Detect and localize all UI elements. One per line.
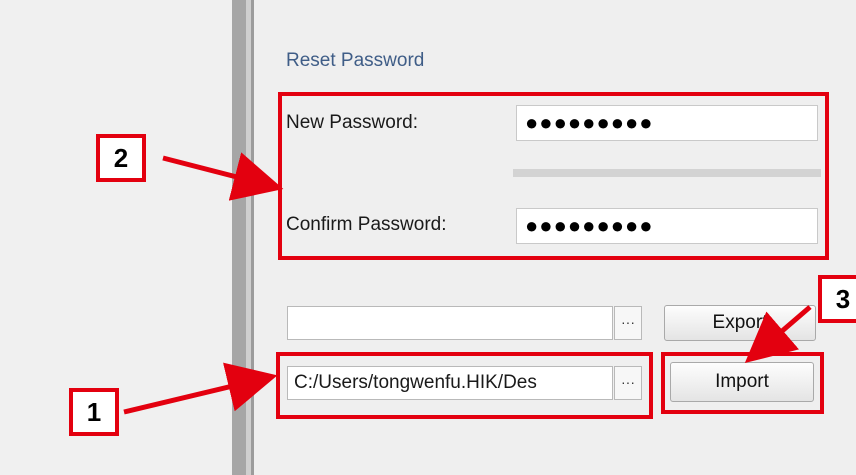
arrow-to-password-fields xyxy=(162,152,284,201)
callout-2: 2 xyxy=(96,134,146,182)
callout-3: 3 xyxy=(818,275,856,323)
annotation-arrows xyxy=(123,152,812,415)
arrow-to-import-path xyxy=(123,362,278,415)
arrow-to-import-button xyxy=(744,305,812,364)
callout-1: 1 xyxy=(69,388,119,436)
